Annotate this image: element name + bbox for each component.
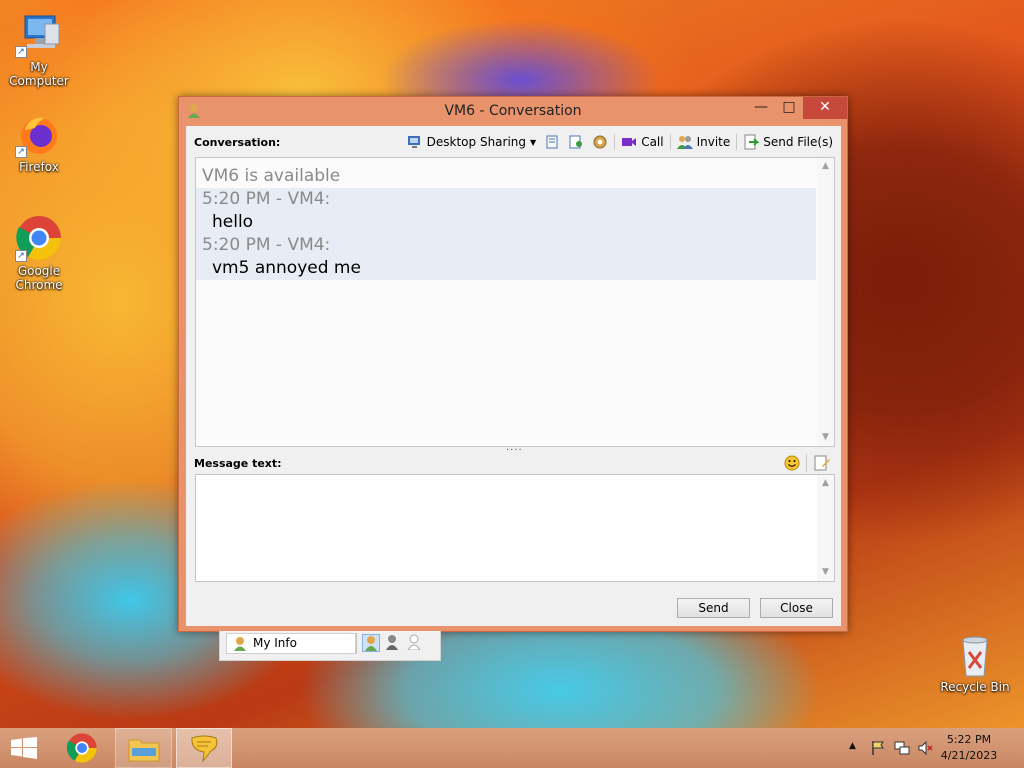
maximize-button[interactable]: □ xyxy=(775,97,803,119)
desktop-icon-recycle-bin[interactable]: Recycle Bin xyxy=(937,630,1013,694)
desktop-icon-firefox[interactable]: ↗ Firefox xyxy=(1,110,77,174)
send-files-button[interactable]: Send File(s) xyxy=(739,132,837,152)
buddy-list-strip: My Info xyxy=(219,631,441,661)
start-button[interactable] xyxy=(0,728,50,768)
message-text-label: Message text: xyxy=(194,457,282,470)
message-header: 5:20 PM - VM4: xyxy=(202,189,331,209)
taskbar-messenger-button[interactable] xyxy=(176,728,232,768)
status-away-button[interactable] xyxy=(384,634,402,652)
scroll-down-icon[interactable]: ▼ xyxy=(821,433,830,442)
conversation-label: Conversation: xyxy=(194,136,281,149)
scroll-down-icon[interactable]: ▼ xyxy=(821,568,830,577)
send-files-label: Send File(s) xyxy=(763,135,833,149)
shortcut-arrow-icon: ↗ xyxy=(15,250,27,262)
show-hidden-icons-button[interactable]: ▲ xyxy=(849,741,856,751)
emoticon-button[interactable] xyxy=(783,454,801,472)
smiley-icon xyxy=(784,455,800,471)
volume-muted-icon[interactable] xyxy=(918,740,934,756)
window-client-area: Conversation: Desktop Sharing ▼ Call Inv… xyxy=(186,126,841,626)
settings-button[interactable] xyxy=(588,132,612,152)
computer-icon: ↗ xyxy=(15,10,63,58)
edit-note-icon xyxy=(814,455,830,471)
conversation-toolbar: Desktop Sharing ▼ Call Invite Send File(… xyxy=(403,132,837,152)
desktop-icon-label: Firefox xyxy=(19,160,59,174)
send-button[interactable]: Send xyxy=(677,598,750,618)
call-label: Call xyxy=(641,135,664,149)
splitter-handle[interactable]: ···· xyxy=(506,446,522,456)
taskbar-chrome-button[interactable] xyxy=(56,728,110,768)
recycle-bin-icon xyxy=(951,630,999,678)
away-user-icon xyxy=(386,635,398,650)
conversation-scrollbar[interactable]: ▲ ▼ xyxy=(817,158,834,446)
toolbar-divider xyxy=(356,633,357,654)
desktop-icon-label: My Computer xyxy=(9,60,69,88)
send-file-icon xyxy=(744,134,760,150)
action-center-flag-icon[interactable] xyxy=(870,740,886,756)
title-bar[interactable]: VM6 - Conversation — □ ✕ xyxy=(179,97,847,125)
chrome-icon: ↗ xyxy=(15,214,63,262)
desktop-icon-my-computer[interactable]: ↗ My Computer xyxy=(1,10,77,88)
contact-info-icon xyxy=(569,135,583,149)
message-options-button[interactable] xyxy=(813,454,831,472)
my-info-field[interactable]: My Info xyxy=(226,633,356,654)
folder-icon xyxy=(128,739,160,762)
contact-info-button[interactable] xyxy=(564,132,588,152)
video-camera-icon xyxy=(622,138,637,146)
invite-button[interactable]: Invite xyxy=(673,132,735,152)
desktop-icon-label: Recycle Bin xyxy=(940,680,1010,694)
history-book-icon xyxy=(546,135,558,149)
message-scrollbar[interactable]: ▲ ▼ xyxy=(817,475,834,581)
window-title: VM6 - Conversation xyxy=(444,103,582,119)
network-icon[interactable] xyxy=(894,740,910,756)
message-text: hello xyxy=(212,212,254,232)
conversation-history[interactable]: VM6 is available 5:20 PM - VM4: hello 5:… xyxy=(195,157,835,447)
desktop-sharing-label: Desktop Sharing xyxy=(426,135,527,149)
user-icon xyxy=(234,637,246,651)
message-input-box[interactable]: ▲ ▼ xyxy=(195,474,835,582)
chevron-down-icon[interactable]: ▼ xyxy=(530,138,536,147)
desktop-sharing-button[interactable]: Desktop Sharing ▼ xyxy=(403,132,541,152)
toolbar-divider xyxy=(669,134,671,150)
conversation-window: VM6 - Conversation — □ ✕ Conversation: D… xyxy=(178,96,848,632)
offline-user-icon xyxy=(407,634,421,651)
toolbar-divider xyxy=(736,134,738,150)
online-user-icon xyxy=(365,636,377,651)
chat-bubble-icon xyxy=(191,735,218,763)
call-button[interactable]: Call xyxy=(617,132,667,152)
system-tray: ▲ 5:22 PM 4/21/2023 xyxy=(824,728,1024,768)
invite-users-icon xyxy=(676,136,693,149)
windows-logo-icon xyxy=(11,737,37,759)
gear-icon xyxy=(593,135,607,149)
clock[interactable]: 5:22 PM 4/21/2023 xyxy=(934,732,1004,764)
status-online-button[interactable] xyxy=(362,634,380,652)
chrome-icon xyxy=(66,733,97,763)
scroll-up-icon[interactable]: ▲ xyxy=(821,479,830,488)
desktop-icon-label: Google Chrome xyxy=(15,264,63,292)
user-icon xyxy=(188,104,200,118)
close-button[interactable]: Close xyxy=(760,598,833,618)
message-input[interactable] xyxy=(196,475,816,579)
toolbar-divider xyxy=(614,134,616,150)
firefox-icon: ↗ xyxy=(15,110,63,158)
desktop-icon-chrome[interactable]: ↗ Google Chrome xyxy=(1,214,77,292)
taskbar-explorer-button[interactable] xyxy=(115,728,172,768)
message-text: vm5 annoyed me xyxy=(212,258,361,278)
taskbar: ▲ 5:22 PM 4/21/2023 xyxy=(0,728,1024,768)
toolbar-divider xyxy=(806,454,807,472)
close-window-button[interactable]: ✕ xyxy=(803,97,847,119)
shortcut-arrow-icon: ↗ xyxy=(15,46,27,58)
message-header: 5:20 PM - VM4: xyxy=(202,235,331,255)
status-offline-button[interactable] xyxy=(406,634,424,652)
clock-time: 5:22 PM xyxy=(946,733,992,746)
shortcut-arrow-icon: ↗ xyxy=(15,146,27,158)
desktop-sharing-icon xyxy=(407,136,420,148)
minimize-button[interactable]: — xyxy=(747,97,775,119)
my-info-label: My Info xyxy=(253,636,297,650)
clock-date: 4/21/2023 xyxy=(940,749,998,762)
history-button[interactable] xyxy=(540,132,564,152)
invite-label: Invite xyxy=(696,135,731,149)
availability-status: VM6 is available xyxy=(202,166,341,186)
scroll-up-icon[interactable]: ▲ xyxy=(821,162,830,171)
